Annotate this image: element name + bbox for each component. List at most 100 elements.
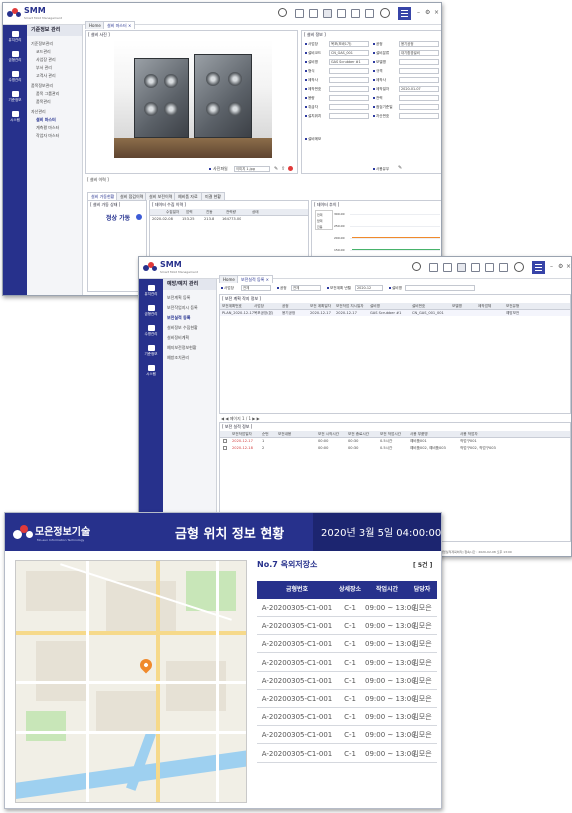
building-icon[interactable]: [499, 263, 508, 272]
menu-item-active[interactable]: 보전실적 등록: [167, 315, 190, 320]
status-edit-icon[interactable]: ✎: [398, 165, 402, 171]
tab-operation-status[interactable]: 설비 가동현황: [87, 192, 119, 200]
sidebar-item-system[interactable]: 시스템: [3, 111, 27, 122]
sidebar-item-mold[interactable]: 금형관리: [139, 305, 163, 316]
location-marker-icon[interactable]: [137, 656, 155, 674]
table-row[interactable]: A-20200305-C1-001 C-1 09:00 ~ 13:00 김모은: [257, 745, 437, 763]
close-icon[interactable]: ×: [566, 263, 571, 270]
result-cell[interactable]: 2020-12-18: [232, 445, 262, 451]
upload-icon[interactable]: ⇪: [281, 166, 285, 172]
export-icon[interactable]: [351, 9, 360, 18]
minimize-icon[interactable]: –: [417, 9, 420, 16]
menu-item[interactable]: 부서 관리: [36, 65, 52, 70]
menu-item[interactable]: 코드관리: [36, 49, 51, 54]
field-input[interactable]: [329, 104, 369, 110]
menu-item-active[interactable]: 설비 마스터: [36, 117, 56, 122]
sidebar-item-system[interactable]: 시스템: [139, 365, 163, 376]
menu-item[interactable]: 설비정보 수집현황: [167, 325, 198, 330]
tab-maintenance-history[interactable]: 설비 보전이력: [145, 192, 177, 200]
print-icon[interactable]: [471, 263, 480, 272]
menu-item[interactable]: 보전계획 등록: [167, 295, 190, 300]
table-row[interactable]: A-20200305-C1-001 C-1 09:00 ~ 13:00 김모은: [257, 672, 437, 690]
table-row[interactable]: A-20200305-C1-001 C-1 09:00 ~ 13:00 김모은: [257, 617, 437, 636]
menu-item[interactable]: 예지보전정보현황: [167, 345, 196, 350]
table-row[interactable]: A-20200305-C1-001 C-1 09:00 ~ 13:00 김모은: [257, 708, 437, 727]
delete-icon[interactable]: [288, 166, 293, 171]
menu-item[interactable]: 품목관리: [36, 99, 51, 104]
sidebar-item-master-data[interactable]: 기준정보: [3, 91, 27, 102]
field-input[interactable]: 용기공정: [399, 41, 439, 47]
menu-item[interactable]: 설비정비계획: [167, 335, 189, 340]
menu-item[interactable]: 작업자 마스터: [36, 133, 59, 138]
menu-icon[interactable]: [398, 7, 411, 20]
sidebar-item-mold[interactable]: 금형관리: [3, 51, 27, 62]
field-input[interactable]: [399, 59, 439, 65]
filter-site-select[interactable]: 전체: [241, 285, 271, 291]
menu-item[interactable]: 자산관리: [31, 109, 46, 114]
field-input[interactable]: [399, 113, 439, 119]
save-icon[interactable]: [457, 263, 466, 272]
field-input[interactable]: [329, 77, 369, 83]
row-checkbox[interactable]: [223, 446, 227, 450]
settings-icon[interactable]: ⚙: [558, 263, 563, 270]
close-circle-icon[interactable]: [380, 8, 390, 18]
field-input[interactable]: [399, 68, 439, 74]
table-row[interactable]: A-20200305-C1-001 C-1 09:00 ~ 13:00 김모은: [257, 599, 437, 617]
table-row[interactable]: A-20200305-C1-001 C-1 09:00 ~ 13:00 김모은: [257, 726, 437, 745]
edit-icon[interactable]: ✎: [274, 166, 278, 172]
menu-item[interactable]: 기준정보관리: [31, 41, 53, 46]
field-input[interactable]: GAS Scrubber #1: [329, 59, 369, 65]
filter-month-input[interactable]: 2020-12: [355, 285, 383, 291]
table-row[interactable]: A-20200305-C1-001 C-1 09:00 ~ 13:00 김모은: [257, 654, 437, 672]
tab-inspection-history[interactable]: 설비 점검이력: [116, 192, 148, 200]
save-icon[interactable]: [323, 9, 332, 18]
search-icon[interactable]: [278, 8, 287, 17]
field-input[interactable]: [399, 95, 439, 101]
export-icon[interactable]: [485, 263, 494, 272]
photo-file-input[interactable]: 이미지 1.jpg: [234, 166, 270, 172]
sidebar-item-lifetime[interactable]: 수명관리: [139, 325, 163, 336]
search-icon[interactable]: [412, 262, 421, 271]
sidebar-item-maintenance[interactable]: 유지관리: [3, 31, 27, 42]
sidebar-item-master-data[interactable]: 기준정보: [139, 345, 163, 356]
menu-item[interactable]: 예방조치관리: [167, 355, 189, 360]
field-input[interactable]: [329, 68, 369, 74]
minimize-icon[interactable]: –: [550, 263, 553, 270]
sidebar-item-maintenance[interactable]: 유지관리: [139, 285, 163, 296]
close-circle-icon[interactable]: [514, 262, 524, 272]
close-icon[interactable]: ×: [434, 9, 439, 16]
menu-item[interactable]: 품목 그룹관리: [36, 91, 59, 96]
field-input[interactable]: 2020-01-07: [399, 86, 439, 92]
menu-item[interactable]: 품목정보관리: [31, 83, 53, 88]
field-input[interactable]: 목포(모바1가): [329, 41, 369, 47]
tab-equipment-master[interactable]: 설비 마스터 ×: [103, 21, 136, 29]
menu-item[interactable]: 계측평 마스터: [36, 125, 59, 130]
location-map[interactable]: [15, 560, 247, 803]
row-checkbox[interactable]: [223, 439, 227, 443]
menu-item[interactable]: 사업장 관리: [36, 57, 56, 62]
new-document-icon[interactable]: [443, 263, 452, 272]
sidebar-item-lifetime[interactable]: 수명관리: [3, 71, 27, 82]
tab-spare-parts[interactable]: 예비품 자료: [174, 192, 202, 200]
table-row[interactable]: A-20200305-C1-001 C-1 09:00 ~ 13:00 김모은: [257, 690, 437, 708]
field-input[interactable]: [399, 104, 439, 110]
field-input[interactable]: CN_GAS_001: [329, 50, 369, 56]
tab-pending[interactable]: 미결 현황: [201, 192, 225, 200]
building-icon[interactable]: [365, 9, 374, 18]
tab-home[interactable]: Home: [85, 21, 105, 29]
filter-process-select[interactable]: 전체: [291, 285, 321, 291]
menu-icon[interactable]: [532, 261, 545, 274]
document-icon[interactable]: [295, 9, 304, 18]
field-input[interactable]: [329, 86, 369, 92]
field-input[interactable]: 대기환경설비: [399, 50, 439, 56]
field-input[interactable]: [399, 77, 439, 83]
new-document-icon[interactable]: [309, 9, 318, 18]
field-input[interactable]: [329, 113, 369, 119]
document-icon[interactable]: [429, 263, 438, 272]
tab-home[interactable]: Home: [219, 275, 239, 283]
result-cell[interactable]: 2020-12-17: [232, 438, 262, 444]
menu-item[interactable]: 고객사 관리: [36, 73, 56, 78]
tab-maintenance-result[interactable]: 보전실적 등록 ×: [237, 275, 273, 283]
menu-item[interactable]: 보전작업지시 등록: [167, 305, 198, 310]
filter-equipment-input[interactable]: [405, 285, 475, 291]
